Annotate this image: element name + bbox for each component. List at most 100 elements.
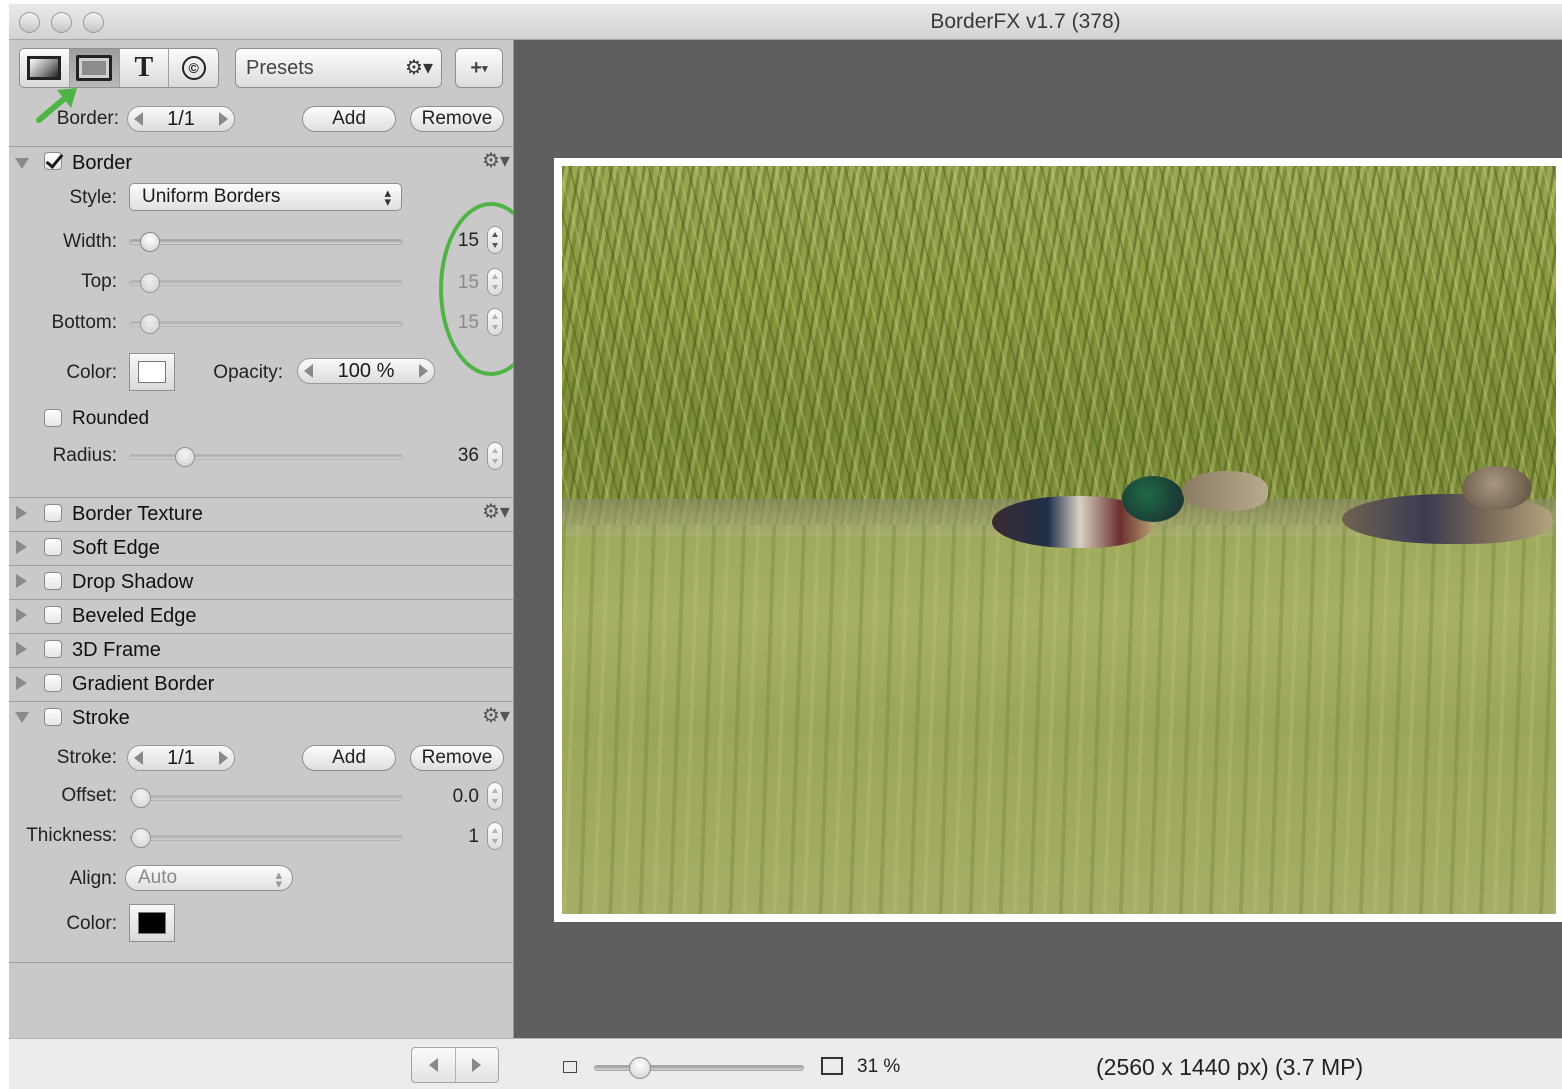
divider (9, 633, 514, 634)
rounded-checkbox[interactable] (44, 409, 62, 427)
duck-head (1462, 466, 1532, 510)
stroke-color-well[interactable] (129, 904, 175, 942)
style-select[interactable]: Uniform Borders ▴ ▾ (129, 183, 402, 211)
3d-frame-disclosure-icon[interactable] (16, 642, 27, 656)
beveled-edge-checkbox[interactable] (44, 606, 62, 624)
image-dimensions: (2560 x 1440 px) (3.7 MP) (1096, 1054, 1364, 1080)
grass-texture (562, 166, 1556, 511)
border-color-well[interactable] (129, 353, 175, 391)
thickness-value[interactable]: 1 (439, 826, 479, 848)
border-texture-checkbox[interactable] (44, 504, 62, 522)
next-border-icon[interactable] (219, 112, 228, 126)
gradient-border-disclosure-icon[interactable] (16, 676, 27, 690)
top-slider-knob[interactable] (140, 273, 160, 293)
stroke-section-disclosure-icon[interactable] (15, 712, 29, 723)
border-nav-label: Border: (56, 108, 119, 129)
tab-border-tool[interactable] (69, 49, 120, 87)
radius-slider-track[interactable] (129, 454, 403, 460)
previous-border-icon[interactable] (134, 112, 143, 126)
tab-copyright-tool[interactable]: © (169, 49, 218, 87)
border-enabled-checkbox[interactable] (44, 152, 62, 170)
divider (9, 667, 514, 668)
previous-icon (428, 1058, 438, 1072)
frame-icon (76, 55, 113, 81)
section-title: Beveled Edge (72, 605, 197, 627)
tab-text-tool[interactable]: T (120, 49, 170, 87)
align-select[interactable]: Auto ▴ ▾ (125, 865, 293, 891)
radius-stepper[interactable] (487, 442, 503, 470)
border-color-swatch (138, 361, 166, 383)
plus-icon: + (470, 56, 483, 79)
opacity-stepper[interactable]: 100 % (297, 358, 435, 384)
zoom-slider-track[interactable] (594, 1065, 804, 1071)
previous-image-button[interactable] (412, 1048, 456, 1082)
increase-opacity-icon[interactable] (419, 364, 428, 378)
status-bar: 31 % (2560 x 1440 px) (3.7 MP) (9, 1038, 1562, 1089)
duck-head (1122, 476, 1184, 522)
border-section-gear-icon[interactable]: ⚙▾ (482, 148, 510, 173)
top-slider-track[interactable] (129, 280, 403, 286)
offset-slider-knob[interactable] (131, 788, 151, 808)
soft-edge-disclosure-icon[interactable] (16, 540, 27, 554)
align-select-value: Auto (138, 867, 178, 888)
photo-image (562, 166, 1556, 914)
bottom-slider-track[interactable] (129, 321, 403, 327)
add-border-button[interactable]: Add (302, 106, 396, 132)
tab-image-tool[interactable] (20, 49, 70, 87)
decrease-opacity-icon[interactable] (304, 364, 313, 378)
divider (9, 599, 514, 600)
radius-value[interactable]: 36 (439, 445, 479, 467)
add-stroke-button[interactable]: Add (302, 745, 396, 771)
stroke-section-gear-icon[interactable]: ⚙▾ (482, 703, 510, 728)
zoom-slider-knob[interactable] (629, 1057, 651, 1079)
zoom-out-icon[interactable] (563, 1061, 577, 1073)
beveled-edge-disclosure-icon[interactable] (16, 608, 27, 622)
section-title: 3D Frame (72, 639, 161, 661)
section-title: Drop Shadow (72, 571, 194, 593)
bottom-slider-knob[interactable] (140, 314, 160, 334)
width-slider-knob[interactable] (140, 232, 160, 252)
remove-stroke-button[interactable]: Remove (410, 745, 504, 771)
next-stroke-icon[interactable] (219, 751, 228, 765)
offset-slider-track[interactable] (129, 795, 403, 801)
border-section-disclosure-icon[interactable] (15, 158, 29, 169)
border-section-title: Border (72, 152, 133, 174)
bottom-label: Bottom: (51, 312, 117, 333)
border-texture-disclosure-icon[interactable] (16, 506, 27, 520)
offset-stepper[interactable] (487, 782, 503, 810)
thickness-slider-knob[interactable] (131, 828, 151, 848)
stroke-color-label: Color: (66, 913, 117, 934)
border-texture-gear-icon[interactable]: ⚙▾ (482, 499, 510, 524)
stroke-nav-stepper[interactable]: 1/1 (127, 745, 235, 771)
thickness-slider-track[interactable] (129, 835, 403, 841)
border-color-label: Color: (66, 362, 117, 383)
tool-segmented-control: T © (19, 48, 219, 88)
popup-arrows-icon: ▴ ▾ (275, 867, 282, 891)
add-preset-button[interactable]: + ▾ (455, 48, 503, 88)
gradient-border-checkbox[interactable] (44, 674, 62, 692)
radius-label: Radius: (52, 445, 117, 466)
stroke-enabled-checkbox[interactable] (44, 708, 62, 726)
gear-icon: ⚙▾ (405, 57, 433, 79)
window-title: BorderFX v1.7 (378) (930, 10, 1121, 33)
divider (9, 962, 514, 963)
title-bar: BorderFX v1.7 (378) (9, 4, 1562, 40)
thickness-stepper[interactable] (487, 822, 503, 850)
style-label: Style: (69, 187, 117, 208)
drop-shadow-checkbox[interactable] (44, 572, 62, 590)
presets-button[interactable]: Presets ⚙▾ (235, 48, 442, 88)
copyright-icon: © (181, 56, 206, 80)
3d-frame-checkbox[interactable] (44, 640, 62, 658)
offset-value[interactable]: 0.0 (439, 786, 479, 808)
drop-shadow-disclosure-icon[interactable] (16, 574, 27, 588)
border-nav-stepper[interactable]: 1/1 (127, 106, 235, 132)
soft-edge-checkbox[interactable] (44, 538, 62, 556)
section-title: Gradient Border (72, 673, 215, 695)
remove-border-button[interactable]: Remove (410, 106, 504, 132)
next-image-button[interactable] (456, 1048, 499, 1082)
water-reflection (562, 525, 1556, 914)
previous-stroke-icon[interactable] (134, 751, 143, 765)
zoom-in-icon[interactable] (821, 1057, 843, 1075)
width-slider-track[interactable] (129, 239, 403, 245)
radius-slider-knob[interactable] (175, 447, 195, 467)
